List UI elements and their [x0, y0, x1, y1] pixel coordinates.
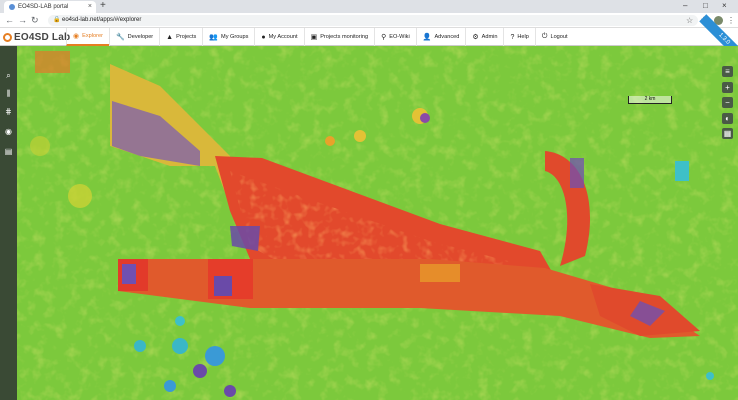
zoom-out-icon[interactable]: −	[722, 97, 733, 108]
nav-label: Admin	[481, 34, 498, 40]
projects-monitoring-icon: ▣	[310, 34, 318, 41]
explorer-sidebar: ⌕ ⫼ ⋕ ◉ ▤	[0, 46, 17, 400]
address-bar[interactable]: 🔒 eo4sd-lab.net/apps/#/explorer	[48, 15, 698, 26]
layers-icon[interactable]: ≡	[722, 66, 733, 77]
nav-label: Developer	[127, 34, 154, 40]
eo-wiki-icon: ⚲	[381, 34, 387, 41]
nav-advanced[interactable]: 👤 Advanced	[415, 28, 466, 46]
back-button[interactable]: ←	[5, 14, 14, 26]
nav-label: Projects	[176, 34, 197, 40]
nav-admin[interactable]: ⚙ Admin	[465, 28, 503, 46]
lock-icon: 🔒	[53, 17, 61, 23]
tab-title: EO4SD-LAB portal	[18, 4, 69, 10]
overlay-icon[interactable]: ▦	[722, 128, 733, 139]
url-text: eo4sd-lab.net/apps/#/explorer	[62, 17, 142, 23]
nav-label: Explorer	[82, 33, 103, 39]
bookmark-star-icon[interactable]: ☆	[686, 15, 693, 26]
browser-menu-icon[interactable]: ⋮	[727, 15, 735, 26]
favicon-icon	[9, 4, 15, 10]
logo-text: EO4SD Lab	[14, 31, 71, 43]
nav-eo-wiki[interactable]: ⚲ EO-Wiki	[374, 28, 416, 46]
basemap-icon[interactable]: ◐	[722, 113, 733, 124]
jobs-icon[interactable]: ▤	[3, 146, 14, 157]
nav-label: EO-Wiki	[389, 34, 410, 40]
nav-label: Advanced	[434, 34, 460, 40]
projects-icon: ▲	[166, 33, 174, 41]
services-icon[interactable]: ⫼	[3, 88, 14, 99]
nav-label: My Account	[268, 34, 298, 40]
nav-my-account[interactable]: ● My Account	[254, 28, 303, 46]
advanced-icon: 👤	[422, 34, 432, 41]
nav-projects-monitoring[interactable]: ▣ Projects monitoring	[303, 28, 375, 46]
my-account-icon: ●	[261, 33, 266, 41]
browser-toolbar: ← → ↻ 🔒 eo4sd-lab.net/apps/#/explorer ☆ …	[0, 13, 738, 28]
nav-help[interactable]: ? Help	[503, 28, 534, 46]
search-icon[interactable]: ⌕	[3, 70, 14, 81]
my-groups-icon: 👥	[209, 34, 219, 41]
help-icon: ?	[510, 33, 515, 41]
browser-tabstrip: EO4SD-LAB portal × + – □ ×	[0, 0, 738, 13]
nav-label: Help	[517, 34, 529, 40]
developer-icon: 🔧	[115, 34, 125, 41]
map-canvas[interactable]: 2 km	[0, 46, 738, 400]
tab-close-icon[interactable]: ×	[88, 1, 92, 13]
new-tab-button[interactable]: +	[100, 0, 106, 12]
scale-bar: 2 km	[628, 96, 672, 104]
forward-button[interactable]: →	[18, 14, 27, 26]
admin-icon: ⚙	[472, 34, 479, 41]
window-minimize-button[interactable]: –	[683, 0, 687, 12]
window-close-button[interactable]: ×	[722, 0, 727, 12]
zoom-in-icon[interactable]: +	[722, 82, 733, 93]
app-logo[interactable]: EO4SD Lab	[3, 29, 70, 45]
app-navbar: EO4SD Lab ◉ Explorer 🔧 Developer ▲ Projects 👥 M…	[0, 14, 738, 64]
reload-button[interactable]: ↻	[31, 14, 39, 26]
logout-icon: ⏻	[541, 33, 548, 40]
nav-projects[interactable]: ▲ Projects	[159, 28, 202, 46]
nav-label: My Groups	[221, 34, 249, 40]
nav-my-groups[interactable]: 👥 My Groups	[202, 28, 254, 46]
nav-explorer[interactable]: ◉ Explorer	[66, 28, 109, 46]
browser-tab[interactable]: EO4SD-LAB portal ×	[4, 1, 96, 13]
main-nav: ◉ Explorer 🔧 Developer ▲ Projects 👥 My Groups ● M…	[66, 28, 574, 46]
logo-mark-icon	[3, 32, 12, 42]
nav-label: Projects monitoring	[320, 34, 369, 40]
window-maximize-button[interactable]: □	[703, 0, 708, 12]
nav-developer[interactable]: 🔧 Developer	[108, 28, 159, 46]
workflow-icon[interactable]: ⋕	[3, 106, 14, 117]
nav-logout[interactable]: ⏻ Logout	[534, 28, 574, 46]
visibility-icon[interactable]: ◉	[3, 126, 14, 137]
nav-label: Logout	[550, 34, 568, 40]
explorer-icon: ◉	[73, 33, 80, 40]
